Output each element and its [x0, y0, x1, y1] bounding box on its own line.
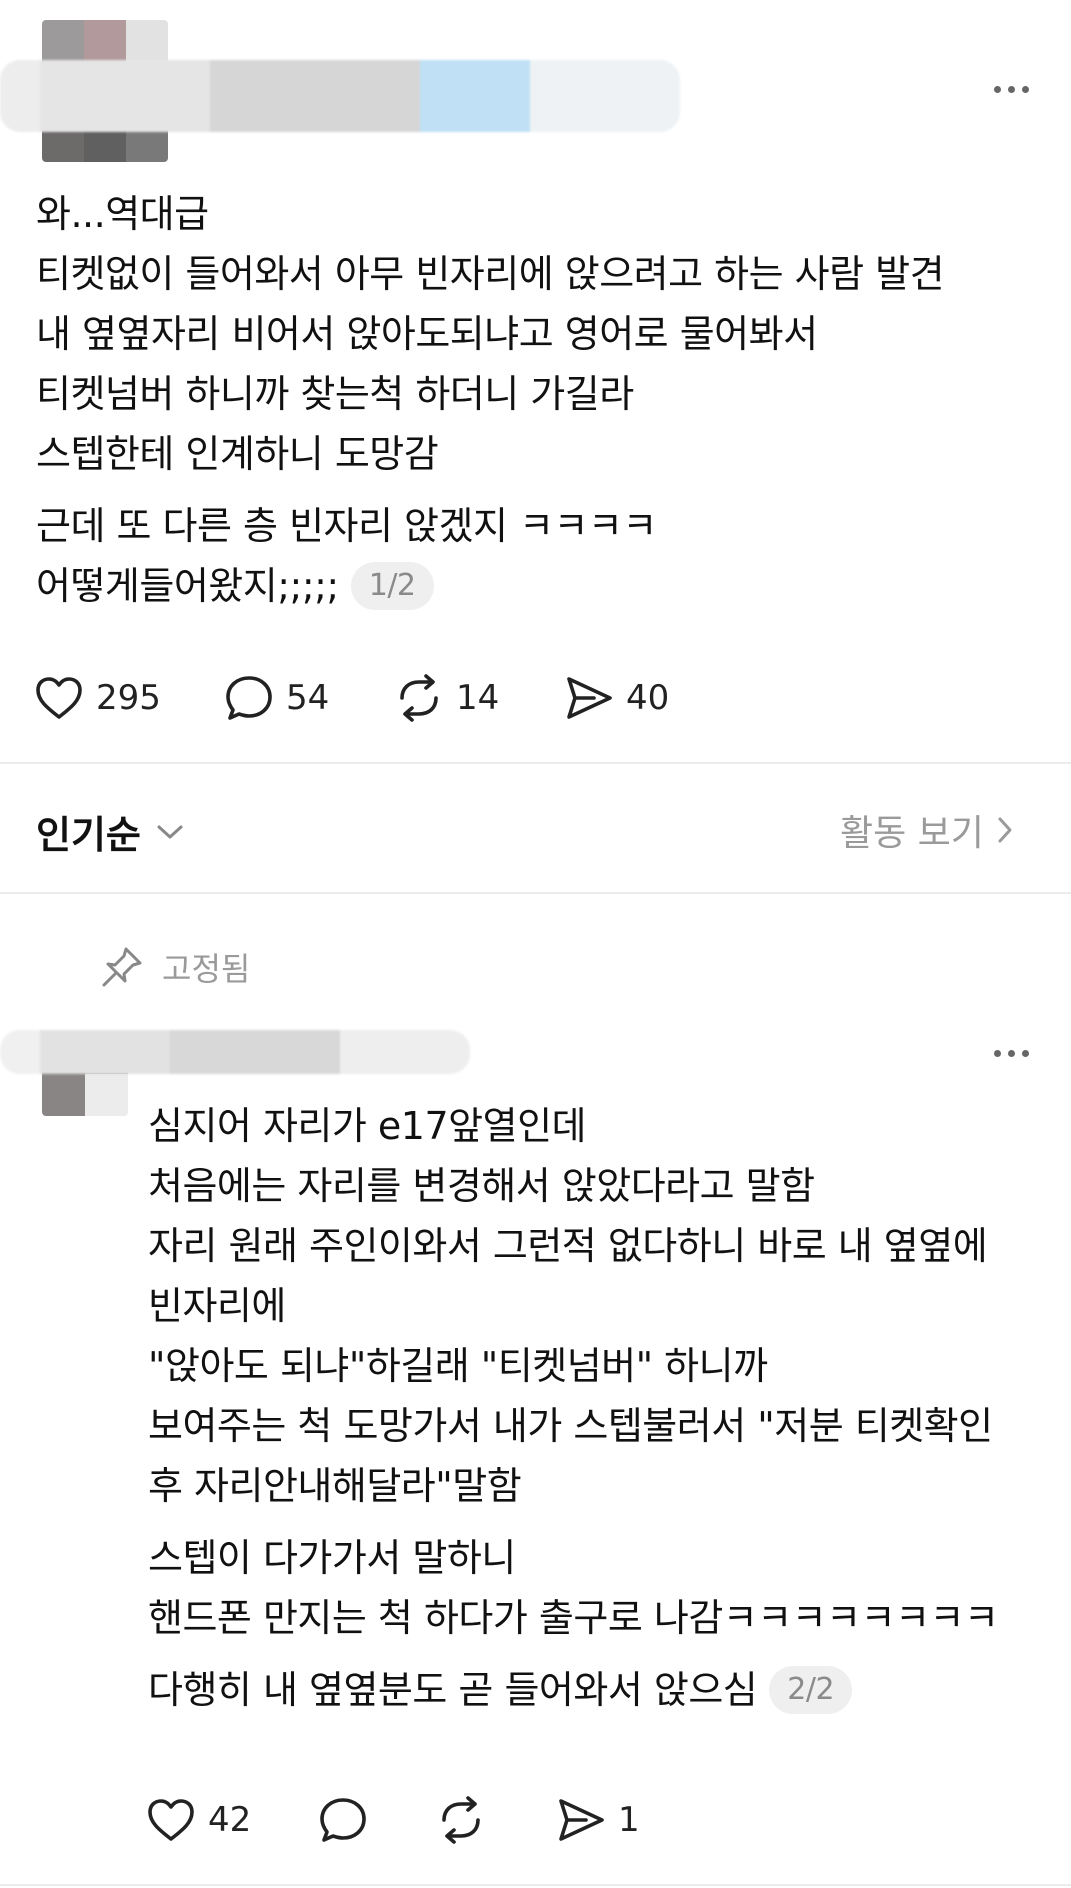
thread-page-badge: 1/2 [350, 561, 434, 610]
post-line: 티켓없이 들어와서 아무 빈자리에 앉으려고 하는 사람 발견 [36, 252, 945, 296]
post-more-button[interactable] [994, 86, 1029, 93]
repost-button[interactable]: 14 [394, 674, 564, 722]
repost-button[interactable] [436, 1796, 556, 1844]
post-line: 내 옆옆자리 비어서 앉아도되냐고 영어로 물어봐서 [36, 312, 818, 356]
reply-line: 빈자리에 [148, 1284, 286, 1328]
reply-line: 다행히 내 옆옆분도 곧 들어와서 앉으심 [148, 1668, 758, 1712]
reply-line: 심지어 자리가 e17앞열인데 [148, 1104, 587, 1148]
reply-more-button[interactable] [994, 1050, 1029, 1057]
reply-line: 핸드폰 만지는 척 하다가 출구로 나감ㅋㅋㅋㅋㅋㅋㅋㅋ [148, 1596, 999, 1640]
sort-dropdown[interactable]: 인기순 [36, 804, 185, 859]
like-count: 42 [208, 1800, 252, 1840]
comment-button[interactable] [318, 1796, 436, 1844]
pinned-label: 고정됨 [162, 950, 251, 988]
like-button[interactable]: 42 [146, 1797, 318, 1843]
comment-count: 54 [286, 678, 330, 718]
divider [0, 762, 1071, 764]
post-line: 티켓넘버 하니까 찾는척 하더니 가길라 [36, 372, 634, 416]
heart-icon [148, 1799, 194, 1841]
reply-body: 심지어 자리가 e17앞열인데 처음에는 자리를 변경해서 앉았다라고 말함 자… [148, 1096, 999, 1720]
chevron-down-icon [157, 825, 183, 838]
post-line: 스텝한테 인계하니 도망감 [36, 432, 439, 476]
share-count: 1 [618, 1800, 640, 1840]
comment-bubble-icon [226, 676, 272, 720]
reply-line: 스텝이 다가가서 말하니 [148, 1536, 516, 1580]
post-body: 와...역대급 티켓없이 들어와서 아무 빈자리에 앉으려고 하는 사람 발견 … [36, 184, 945, 616]
reply-line-with-badge: 다행히 내 옆옆분도 곧 들어와서 앉으심 2/2 [148, 1660, 998, 1720]
sort-label: 인기순 [36, 813, 141, 857]
send-icon [567, 677, 612, 719]
post-line: 근데 또 다른 층 빈자리 앉겠지 ㅋㅋㅋㅋ [36, 504, 657, 548]
reply-line: 후 자리안내해달라"말함 [148, 1464, 522, 1508]
heart-icon [36, 677, 82, 719]
chevron-right-icon [998, 817, 1012, 843]
like-button[interactable]: 295 [34, 675, 224, 721]
pin-icon [102, 947, 142, 987]
send-icon [559, 1799, 604, 1841]
post-line: 어떻게들어왔지;;;;; [36, 564, 339, 608]
share-button[interactable]: 40 [564, 675, 724, 721]
comment-bubble-icon [320, 1798, 366, 1842]
post-actions: 295 54 14 40 [34, 672, 724, 724]
reply-line: 보여주는 척 도망가서 내가 스텝불러서 "저분 티켓확인 [148, 1404, 993, 1448]
divider [0, 892, 1071, 894]
share-count: 40 [626, 678, 670, 718]
repost-count: 14 [456, 678, 500, 718]
view-activity-label: 활동 보기 [840, 813, 984, 854]
share-button[interactable]: 1 [556, 1797, 676, 1843]
bottom-divider [0, 1884, 1071, 1886]
like-count: 295 [96, 678, 161, 718]
reply-actions: 42 1 [146, 1794, 676, 1846]
more-horizontal-icon [994, 1050, 1001, 1057]
reply-author-name-blurred [0, 1030, 470, 1074]
reply-line: "앉아도 되냐"하길래 "티켓넘버" 하니까 [148, 1344, 768, 1388]
comment-button[interactable]: 54 [224, 674, 394, 722]
post-line-with-badge: 어떻게들어왔지;;;;; 1/2 [36, 556, 944, 616]
view-activity-link[interactable]: 활동 보기 [840, 804, 1014, 856]
pinned-indicator: 고정됨 [100, 944, 250, 990]
reply-line: 처음에는 자리를 변경해서 앉았다라고 말함 [148, 1164, 815, 1208]
reply-line: 자리 원래 주인이와서 그런적 없다하니 바로 내 옆옆에 [148, 1224, 988, 1268]
post-author-name-blurred [0, 60, 680, 132]
more-horizontal-icon [994, 86, 1001, 93]
repost-icon [442, 1796, 480, 1844]
thread-page-badge: 2/2 [769, 1665, 853, 1714]
repost-icon [400, 674, 438, 722]
post-line: 와...역대급 [36, 192, 209, 236]
